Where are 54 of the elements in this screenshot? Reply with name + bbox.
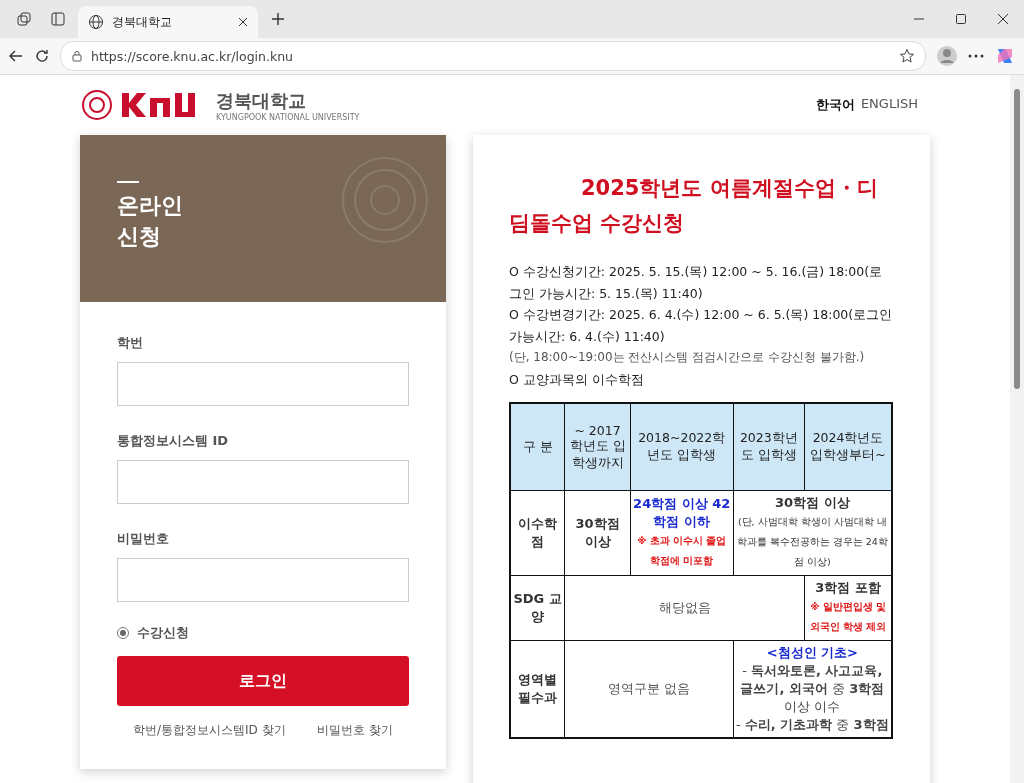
banner-title: 신청 — [117, 222, 162, 251]
cell-text: 3학점 포함 — [814, 579, 882, 597]
cell-text: 이수학점 — [517, 515, 559, 551]
close-icon[interactable] — [998, 14, 1008, 24]
notice-title: 2025학년도 여름계절수업・디딤돌수업 수강신청 — [509, 175, 879, 237]
field-label: 비밀번호 — [117, 530, 170, 548]
cell-text: <첨성인 기초> — [765, 644, 859, 662]
field-label: 학번 — [117, 334, 144, 352]
cell-text: 영역구분 없음 — [606, 680, 691, 698]
close-icon[interactable] — [238, 17, 248, 27]
input-field[interactable] — [117, 362, 409, 406]
star-icon[interactable] — [899, 48, 915, 64]
browser-tab[interactable]: 경북대학교 — [78, 6, 258, 38]
back-icon[interactable] — [8, 48, 24, 64]
cell-text: SDG 교양 — [513, 590, 563, 626]
column-header: 2024학년도 입학생부터~ — [804, 403, 892, 491]
notice-text: O 수강변경기간: 2025. 6. 4.(수) 12:00 ~ 6. 5.(목) 18:00(로그인 가능시간: 6. 4.(수) 11:40) — [509, 306, 894, 346]
cell-text: - 독서와토론, 사고교육, 글쓰기, 외국어 중 3학점 이상 이수 — [739, 662, 886, 716]
column-header: ~ 2017 학년도 입학생까지 — [564, 403, 631, 491]
login-button[interactable]: 로그인 — [117, 656, 409, 706]
cell-text: ※ 일반편입생 및 외국인 학생 제외 — [808, 600, 888, 634]
cell-text: 해당없음 — [657, 599, 712, 617]
address-bar[interactable]: https://score.knu.ac.kr/login.knu — [60, 41, 926, 71]
maximize-icon[interactable] — [956, 14, 966, 24]
notice-text: O 교양과목의 이수학점 — [509, 370, 645, 389]
notice-text: (단, 18:00~19:00는 전산시스템 점검시간으로 수강신청 불가함.) — [509, 349, 866, 366]
profile-icon[interactable] — [936, 45, 958, 67]
cell-text: 30학점 이상 — [773, 494, 851, 512]
column-header: 2018~2022학년도 입학생 — [630, 403, 734, 491]
more-icon[interactable] — [968, 54, 984, 58]
find-link[interactable]: 비밀번호 찾기 — [317, 722, 394, 739]
logo-subtitle: KYUNGPOOK NATIONAL UNIVERSITY — [216, 112, 360, 122]
logo-text: 경북대학교 — [216, 88, 307, 113]
language-link[interactable]: 한국어 — [815, 96, 855, 114]
globe-icon — [88, 14, 104, 30]
cell-text: 30학점 이상 — [574, 515, 621, 551]
field-label: 통합정보시스템 ID — [117, 432, 230, 450]
refresh-icon[interactable] — [34, 48, 50, 64]
cell-text: (단, 사범대학 학생이 사범대학 내 학과를 복수전공하는 경우는 24학점 이상) — [735, 515, 889, 569]
find-link[interactable]: 학번/통합정보시스템ID 찾기 — [132, 722, 286, 739]
radio-label[interactable]: 수강신청 — [137, 624, 189, 642]
cell-text: 영역별 필수과 — [517, 671, 559, 707]
input-field[interactable] — [117, 558, 409, 602]
language-link[interactable]: ENGLISH — [860, 96, 918, 114]
cell-text: ※ 초과 이수시 졸업학점에 미포함 — [636, 534, 728, 568]
cell-text: - 수리, 기초과학 중 3학점 — [735, 716, 889, 734]
input-field[interactable] — [117, 460, 409, 504]
lock-icon — [71, 50, 83, 62]
notice-text: O 수강신청기간: 2025. 5. 15.(목) 12:00 ~ 5. 16.(금) 18:00(로그인 가능시간: 5. 15.(목) 11:40) — [509, 263, 884, 303]
scrollbar[interactable] — [1010, 75, 1024, 783]
cell-text: 24학점 이상 42학점 이하 — [632, 495, 731, 531]
banner-title: 온라인 — [117, 192, 184, 220]
column-header: 2023학년도 입학생 — [733, 403, 805, 491]
column-header: 구 분 — [510, 403, 565, 491]
